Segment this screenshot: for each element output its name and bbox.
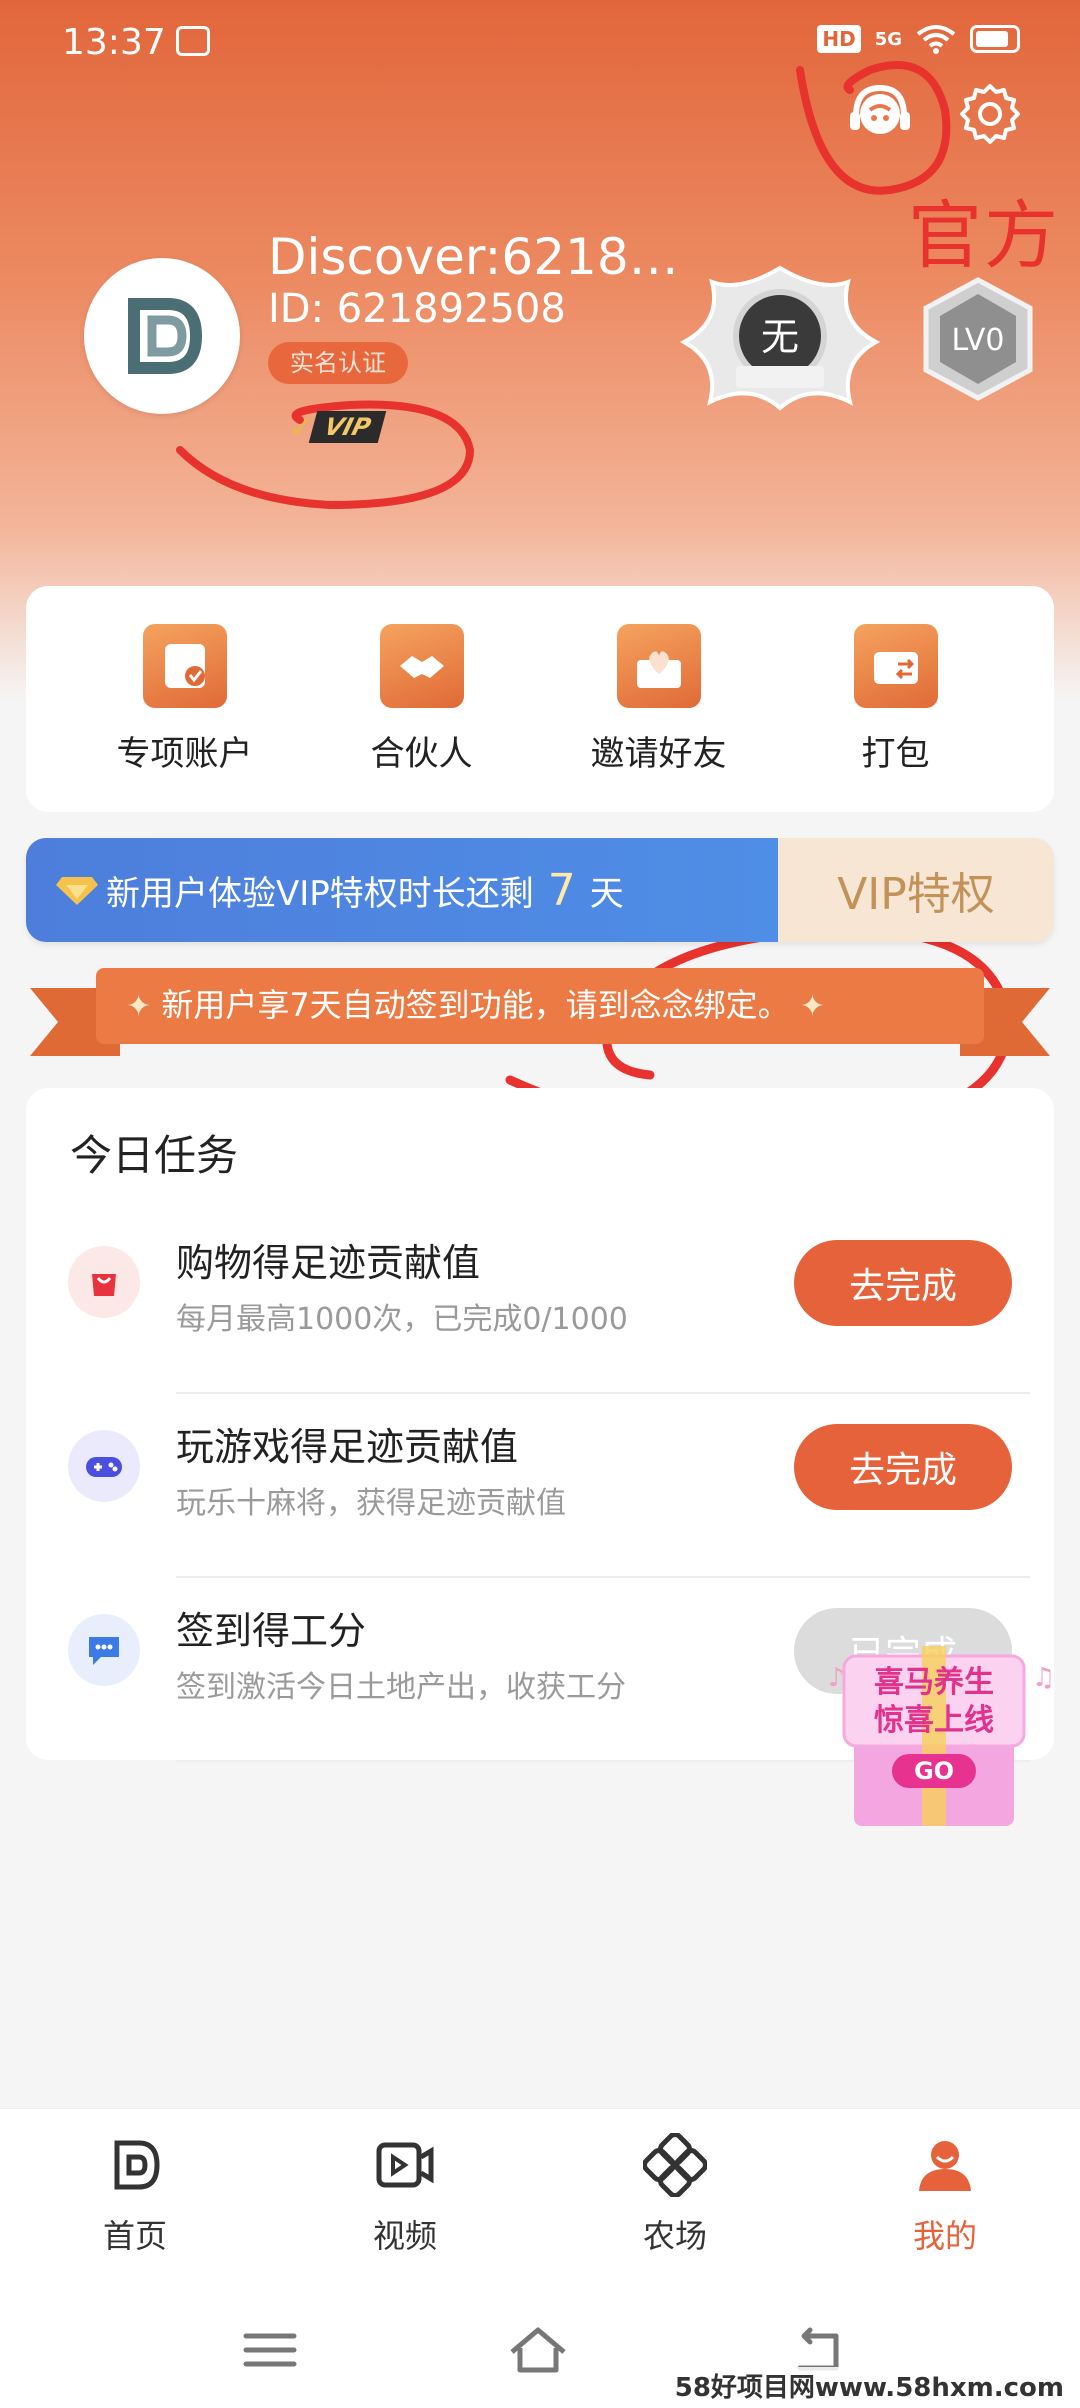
quick-action-special-account[interactable]: 专项账户	[85, 623, 285, 775]
vip-badge-label: VIP	[308, 411, 387, 443]
partner-icon	[379, 623, 464, 708]
status-time: 13:37	[62, 22, 166, 63]
wifi-icon	[916, 25, 956, 54]
home-logo-icon	[114, 2140, 160, 2190]
vip-privilege-button[interactable]: VIP特权	[778, 838, 1054, 942]
auto-signin-ribbon[interactable]: ✦ 新用户享7天自动签到功能，请到念念绑定。 ✦	[30, 968, 1050, 1056]
farm-icon	[643, 2133, 707, 2197]
promo-line2: 惊喜上线	[874, 1703, 994, 1738]
profile-icon	[919, 2141, 971, 2191]
ribbon-text: 新用户享7天自动签到功能，请到念念绑定。	[161, 986, 790, 1024]
nav-tab-video[interactable]: 视频	[270, 2109, 540, 2288]
task-title: 签到得工分	[176, 1609, 367, 1653]
medal-none-label: 无	[761, 315, 799, 359]
quick-action-label: 邀请好友	[590, 733, 727, 774]
music-note-icon: ♫	[1032, 1663, 1055, 1693]
quick-action-partner[interactable]: 合伙人	[322, 623, 522, 775]
diamond-icon	[56, 877, 98, 905]
network-type: 5G	[874, 28, 902, 50]
task-row-shopping: 购物得足迹贡献值 每月最高1000次，已完成0/1000 去完成	[26, 1210, 1054, 1394]
watermark: 58好项目网www.58hxm.com	[668, 2367, 1070, 2404]
task-title: 购物得足迹贡献值	[176, 1241, 481, 1285]
system-navigation-bar: 58好项目网www.58hxm.com	[0, 2288, 1080, 2408]
settings-gear-icon[interactable]	[958, 82, 1022, 146]
promo-line1: 喜马养生	[874, 1665, 994, 1700]
nav-label: 首页	[102, 2217, 167, 2255]
nav-label: 我的	[912, 2217, 977, 2255]
vip-trial-banner[interactable]: 新用户体验VIP特权时长还剩 7 天 VIP特权	[26, 838, 1054, 942]
quick-action-pack[interactable]: 打包	[796, 623, 996, 775]
quick-action-label: 打包	[861, 733, 930, 774]
music-note-icon: ♪	[828, 1663, 845, 1693]
vip-badge[interactable]: ✓ VIP	[288, 408, 387, 446]
nav-label: 视频	[372, 2217, 437, 2255]
task-desc: 签到激活今日土地产出，收获工分	[176, 1670, 626, 1705]
invite-friends-icon	[616, 623, 701, 708]
battery-icon	[970, 25, 1020, 53]
vip-trial-unit: 天	[589, 873, 624, 914]
user-id: ID: 621892508	[268, 286, 566, 332]
status-bar: 13:37 HD 5G	[0, 0, 1080, 90]
ribbon-message: ✦ 新用户享7天自动签到功能，请到念念绑定。 ✦	[126, 980, 986, 1026]
video-icon	[376, 2142, 434, 2188]
vip-trial-info: 新用户体验VIP特权时长还剩 7 天	[26, 838, 778, 942]
discover-logo-icon	[96, 270, 228, 402]
task-title: 玩游戏得足迹贡献值	[176, 1425, 519, 1469]
quick-action-invite-friends[interactable]: 邀请好友	[559, 623, 759, 775]
shopping-bag-icon	[68, 1246, 140, 1318]
bottom-navigation: 首页 视频 农场 我的	[0, 2108, 1080, 2288]
task-go-button[interactable]: 去完成	[794, 1424, 1012, 1510]
task-desc: 每月最高1000次，已完成0/1000	[176, 1302, 628, 1337]
task-row-game: 玩游戏得足迹贡献值 玩乐十麻将，获得足迹贡献值 去完成	[26, 1394, 1054, 1578]
gamepad-icon	[68, 1430, 140, 1502]
user-avatar[interactable]	[84, 258, 240, 414]
nav-tab-home[interactable]: 首页	[0, 2109, 270, 2288]
chat-bubble-icon	[68, 1614, 140, 1686]
wallet-pack-icon	[853, 623, 938, 708]
medal-none-badge[interactable]: 无	[680, 262, 880, 412]
username: Discover:6218…	[268, 228, 679, 286]
promo-floating-gift[interactable]: 喜马养生 惊喜上线 GO ♪ ♫	[814, 1626, 1060, 1836]
annotation-text: 官方	[908, 193, 1060, 279]
hd-badge: HD	[817, 25, 861, 53]
task-desc: 玩乐十麻将，获得足迹贡献值	[176, 1486, 566, 1521]
quick-action-label: 专项账户	[116, 733, 253, 774]
notification-app-icon	[176, 26, 210, 56]
menu-icon[interactable]	[240, 2322, 300, 2378]
vip-trial-text: 新用户体验VIP特权时长还剩	[106, 873, 534, 914]
level-badge[interactable]: LV0	[918, 276, 1038, 402]
home-icon[interactable]	[508, 2322, 568, 2378]
special-account-icon	[142, 623, 227, 708]
daily-tasks-title: 今日任务	[70, 1131, 239, 1180]
nav-tab-farm[interactable]: 农场	[540, 2109, 810, 2288]
level-label: LV0	[951, 323, 1004, 358]
realname-verified-tag[interactable]: 实名认证	[268, 342, 408, 384]
customer-service-headset-icon[interactable]	[846, 80, 914, 148]
task-go-button[interactable]: 去完成	[794, 1240, 1012, 1326]
quick-actions-card: 专项账户 合伙人 邀请好友 打包	[26, 586, 1054, 812]
quick-action-label: 合伙人	[370, 733, 473, 774]
status-indicators: HD 5G	[817, 24, 1020, 54]
nav-label: 农场	[642, 2217, 707, 2255]
vip-trial-days: 7	[547, 864, 576, 916]
sparkle-icon: ✦	[126, 989, 152, 1024]
sparkle-icon: ✦	[799, 989, 825, 1024]
nav-tab-mine[interactable]: 我的	[810, 2109, 1080, 2288]
promo-go: GO	[914, 1757, 954, 1785]
